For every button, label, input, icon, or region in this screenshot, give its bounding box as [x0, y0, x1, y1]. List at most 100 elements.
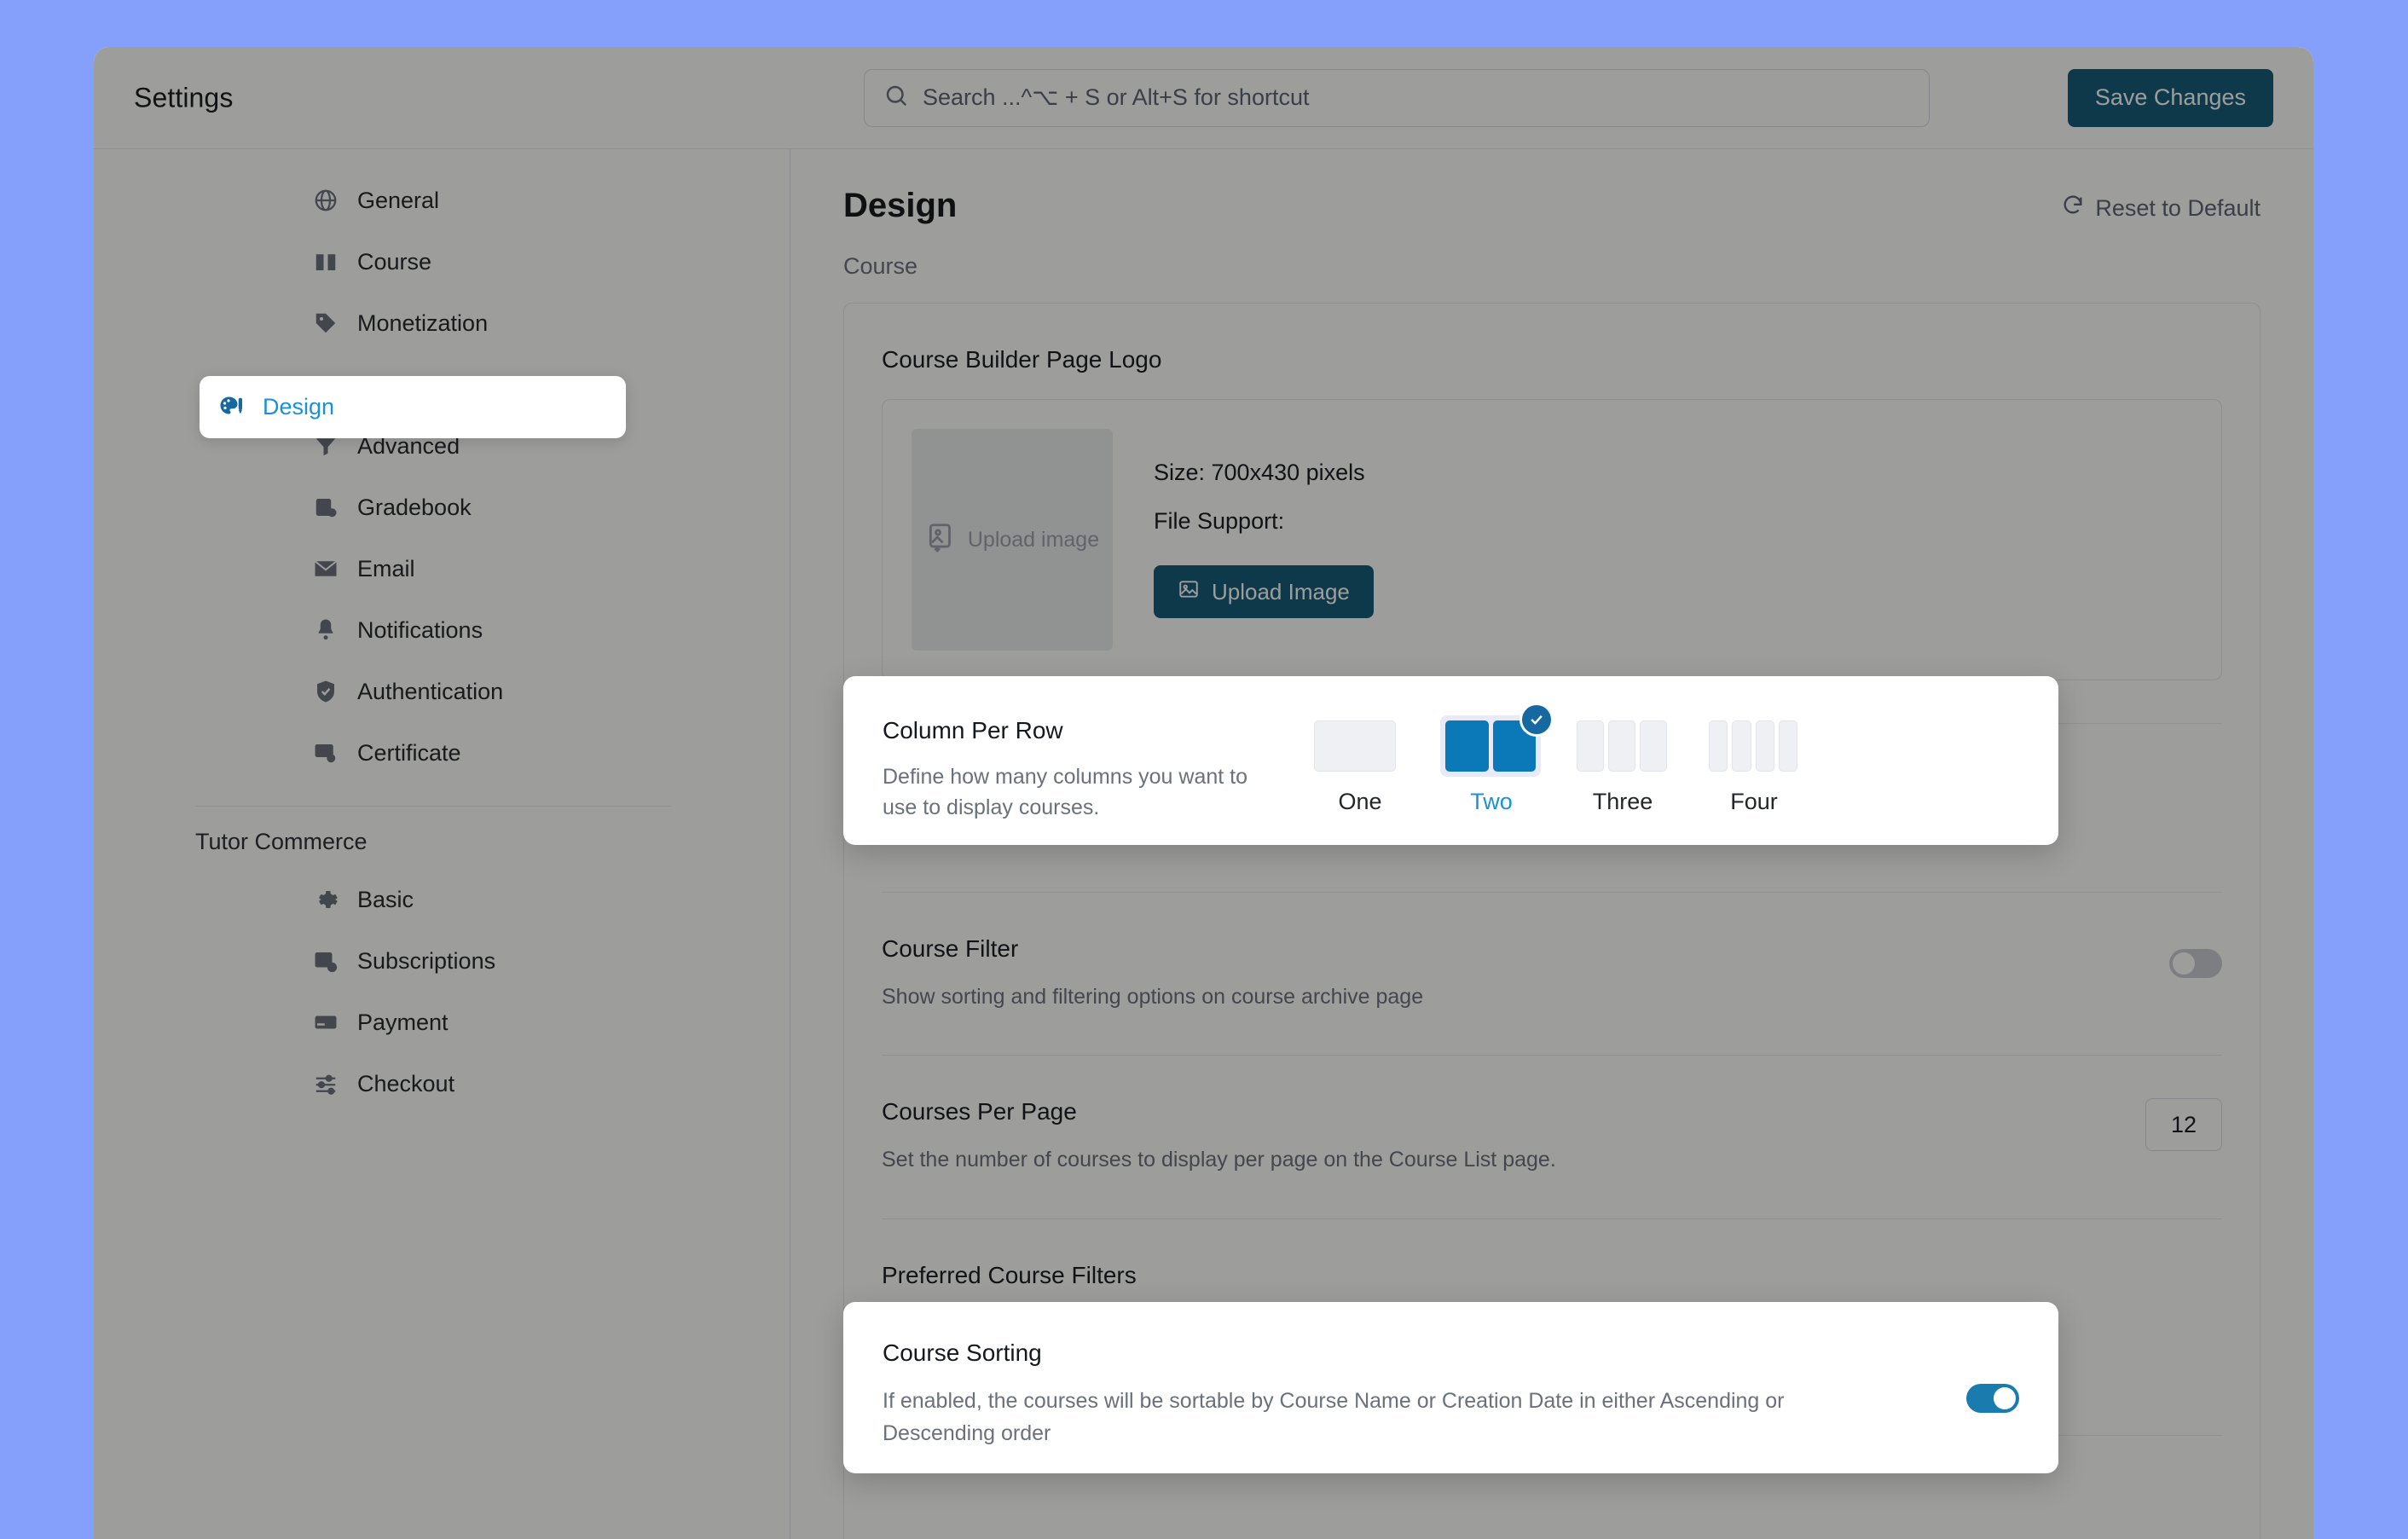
column-bar [1709, 720, 1728, 772]
upload-image-button[interactable]: Upload Image [1154, 565, 1374, 618]
sidebar-item-label: Authentication [357, 678, 504, 704]
reset-label: Reset to Default [2095, 195, 2260, 221]
sidebar-divider [195, 806, 670, 807]
sidebar-item-design[interactable]: Design [200, 376, 626, 438]
book-icon [313, 249, 339, 275]
sidebar-item-course[interactable]: Course [294, 231, 670, 292]
globe-icon [313, 188, 339, 213]
credit-card-icon [313, 1010, 339, 1035]
sidebar-item-authentication[interactable]: Authentication [294, 661, 670, 722]
column-preview-three [1572, 715, 1672, 777]
reset-to-default-button[interactable]: Reset to Default [2061, 194, 2260, 223]
row-courses-per-page: Courses Per Page Set the number of cours… [882, 1056, 2222, 1219]
image-placeholder-icon [925, 521, 958, 559]
sidebar-item-notifications[interactable]: Notifications [294, 599, 670, 661]
sidebar-item-checkout[interactable]: Checkout [294, 1053, 670, 1114]
logo-thumb-label: Upload image [967, 527, 1100, 552]
price-tag-icon [313, 310, 339, 336]
column-option-label: Three [1592, 789, 1653, 814]
top-bar: Settings Save Changes [94, 47, 2313, 149]
sidebar-item-label: Email [357, 555, 415, 581]
sidebar-item-label: General [357, 187, 440, 213]
sidebar-item-payment[interactable]: Payment [294, 992, 670, 1053]
preferred-filters-title: Preferred Course Filters [882, 1261, 1137, 1288]
sidebar-item-subscriptions[interactable]: Subscriptions [294, 930, 670, 992]
column-option-label: One [1338, 789, 1382, 814]
sidebar-item-label: Design [263, 394, 335, 419]
logo-size-line: Size: 700x430 pixels [1154, 460, 1365, 485]
gear-icon [313, 887, 339, 912]
logo-thumbnail-dropzone[interactable]: Upload image [912, 429, 1113, 651]
upload-button-label: Upload Image [1212, 578, 1350, 605]
reset-icon [2061, 194, 2085, 223]
sidebar-item-basic[interactable]: Basic [294, 869, 670, 930]
shield-check-icon [313, 679, 339, 704]
column-per-row-text: Column Per Row Define how many columns y… [883, 710, 1283, 824]
column-bar [1755, 720, 1774, 772]
save-changes-button[interactable]: Save Changes [2067, 68, 2273, 127]
column-option-two[interactable]: Two [1440, 705, 1551, 815]
sidebar-item-general[interactable]: General [294, 170, 670, 231]
column-preview-four [1703, 715, 1803, 777]
column-per-row-options: One Two Three Four [1309, 705, 1805, 815]
sidebar-item-label: Subscriptions [357, 947, 496, 974]
logo-uploader: Upload image Size: 700x430 pixels File S… [882, 399, 2222, 680]
search-input[interactable] [923, 84, 1910, 111]
card-course-sorting: Course Sorting If enabled, the courses w… [843, 1302, 2058, 1473]
column-preview-one [1309, 715, 1401, 777]
gradebook-icon [313, 495, 339, 520]
sidebar-item-gradebook[interactable]: Gradebook [294, 477, 670, 538]
row-course-filter: Course Filter Show sorting and filtering… [882, 893, 2222, 1056]
search-bar[interactable] [864, 68, 1930, 127]
search-icon [883, 83, 909, 113]
courses-per-page-title: Courses Per Page [882, 1098, 1077, 1125]
column-per-row-desc: Define how many columns you want to use … [883, 765, 1247, 820]
row-course-builder-logo: Course Builder Page Logo Upload image Si… [882, 304, 2222, 724]
image-icon [1178, 578, 1200, 606]
subscription-icon [313, 948, 339, 974]
course-filter-desc: Show sorting and filtering options on co… [882, 985, 1424, 1009]
column-bar [1608, 720, 1635, 772]
sidebar-item-label: Payment [357, 1009, 449, 1035]
column-bar [1314, 720, 1396, 772]
sidebar-item-certificate[interactable]: Certificate [294, 722, 670, 784]
column-per-row-title: Column Per Row [883, 717, 1063, 743]
sidebar-item-label: Monetization [357, 310, 489, 336]
certificate-icon [313, 740, 339, 766]
main-header: Design Reset to Default [843, 187, 2260, 225]
envelope-icon [313, 556, 339, 581]
card-column-per-row: Column Per Row Define how many columns y… [843, 676, 2058, 845]
sidebar-item-monetization[interactable]: Monetization [294, 292, 670, 354]
column-bar [1778, 720, 1797, 772]
column-option-four[interactable]: Four [1703, 715, 1805, 815]
courses-per-page-input[interactable] [2145, 1098, 2222, 1152]
sidebar-item-email[interactable]: Email [294, 538, 670, 599]
course-sorting-desc: If enabled, the courses will be sortable… [883, 1389, 1785, 1445]
design-page-title: Design [843, 187, 958, 224]
bell-icon [313, 617, 339, 643]
course-filter-toggle[interactable] [2169, 949, 2222, 978]
selected-check-icon [1522, 705, 1551, 734]
sidebar-item-label: Checkout [357, 1070, 455, 1096]
column-option-three[interactable]: Three [1572, 715, 1674, 815]
column-option-label: Two [1470, 789, 1513, 814]
logo-file-support-line: File Support: [1154, 508, 1285, 534]
column-bar [1639, 720, 1667, 772]
page-title: Settings [134, 82, 234, 113]
sidebar-item-label: Basic [357, 886, 414, 912]
sidebar-item-label: Notifications [357, 616, 483, 643]
toggle-knob [2173, 952, 2195, 975]
sidebar-item-label: Gradebook [357, 494, 472, 520]
column-bar [1732, 720, 1751, 772]
column-option-one[interactable]: One [1309, 715, 1411, 815]
course-sorting-toggle[interactable] [1966, 1384, 2019, 1413]
sidebar-item-label: Course [357, 248, 432, 275]
course-filter-title: Course Filter [882, 935, 1019, 962]
sidebar-item-label: Certificate [357, 739, 461, 766]
column-bar [1577, 720, 1605, 772]
course-sorting-title: Course Sorting [883, 1339, 1042, 1366]
sidebar: General Course Monetization Design [94, 149, 790, 1539]
column-bar [1445, 720, 1489, 772]
column-option-label: Four [1730, 789, 1778, 814]
section-label: Course [843, 253, 918, 279]
